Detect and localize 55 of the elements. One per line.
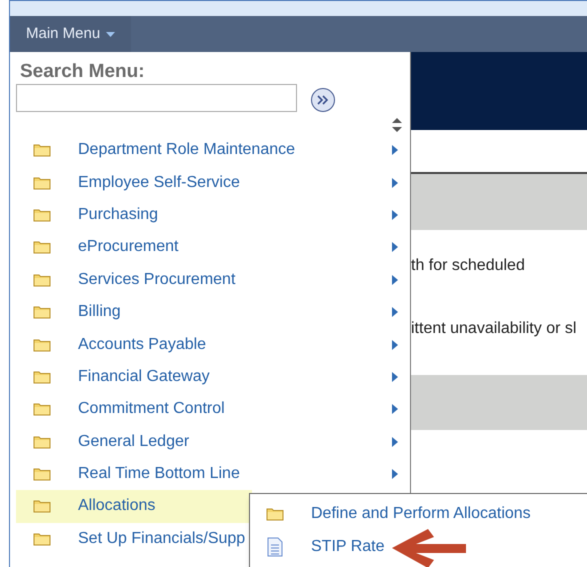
folder-icon [33, 240, 51, 254]
submenu-item[interactable]: Define and Perform Allocations [250, 497, 587, 530]
menu-item[interactable]: Purchasing [16, 198, 410, 232]
menu-item-label: Department Role Maintenance [78, 140, 296, 160]
menu-item[interactable]: Commitment Control [16, 393, 410, 426]
menu-item[interactable]: Set Up Financials/Supp [16, 522, 252, 556]
menu-item[interactable]: Billing [16, 296, 410, 328]
menu-item-label: Billing [78, 302, 121, 322]
search-label: Search Menu: [19, 60, 146, 84]
folder-icon [33, 499, 51, 514]
caret-icon [106, 32, 116, 36]
menu-item[interactable]: Employee Self-Service [16, 166, 410, 199]
menu-item-label: Financial Gateway [78, 366, 210, 387]
folder-icon [33, 338, 51, 352]
folder-icon [33, 467, 51, 482]
menu-item-label: eProcurement [78, 237, 178, 258]
menu-item-label: Commitment Control [78, 399, 225, 420]
menu-item[interactable]: Department Role Maintenance [16, 134, 410, 166]
folder-icon [33, 370, 51, 384]
main-menu-button[interactable]: Main Menu [10, 16, 132, 52]
folder-icon [33, 143, 51, 158]
arrow-icon [392, 528, 468, 567]
menu-item-label: Set Up Financials/Supp [78, 528, 246, 549]
folder-icon [33, 272, 51, 287]
menu-item-label: Employee Self-Service [78, 172, 240, 193]
double-chevron-icon [317, 95, 329, 105]
menu-item[interactable]: Real Time Bottom Line [16, 458, 410, 490]
folder-icon [33, 208, 51, 222]
menu-item-label: General Ledger [78, 432, 190, 452]
menu-item-label: Purchasing [78, 204, 158, 225]
sort-icon[interactable] [392, 118, 402, 132]
menu-item[interactable]: Allocations [16, 490, 252, 523]
folder-icon [33, 434, 51, 449]
folder-icon [33, 176, 51, 190]
document-icon [267, 536, 283, 556]
menu-item[interactable]: General Ledger [16, 426, 410, 458]
body-text: th for scheduled [411, 256, 526, 276]
menu-item-label: Accounts Payable [78, 334, 206, 355]
search-field[interactable] [16, 84, 297, 112]
menu-item[interactable]: Services Procurement [16, 264, 410, 296]
menu-item-label: Real Time Bottom Line [78, 464, 240, 484]
menu-item[interactable]: eProcurement [16, 231, 410, 264]
menu-item-label: Allocations [78, 496, 156, 516]
search-go-button[interactable] [311, 88, 335, 112]
submenu-item[interactable]: STIP Rate [250, 530, 587, 563]
submenu-item-label: Define and Perform Allocations [311, 504, 531, 524]
folder-icon [33, 305, 51, 320]
menu-item-label: Services Procurement [78, 270, 236, 290]
folder-icon [33, 402, 51, 416]
menu-item[interactable]: Accounts Payable [16, 328, 410, 361]
folder-icon [266, 506, 284, 520]
menu-item[interactable]: Financial Gateway [16, 360, 410, 394]
body-text: ittent unavailability or sl [411, 319, 578, 339]
folder-icon [33, 532, 51, 546]
submenu-item-label: STIP Rate [311, 536, 385, 556]
